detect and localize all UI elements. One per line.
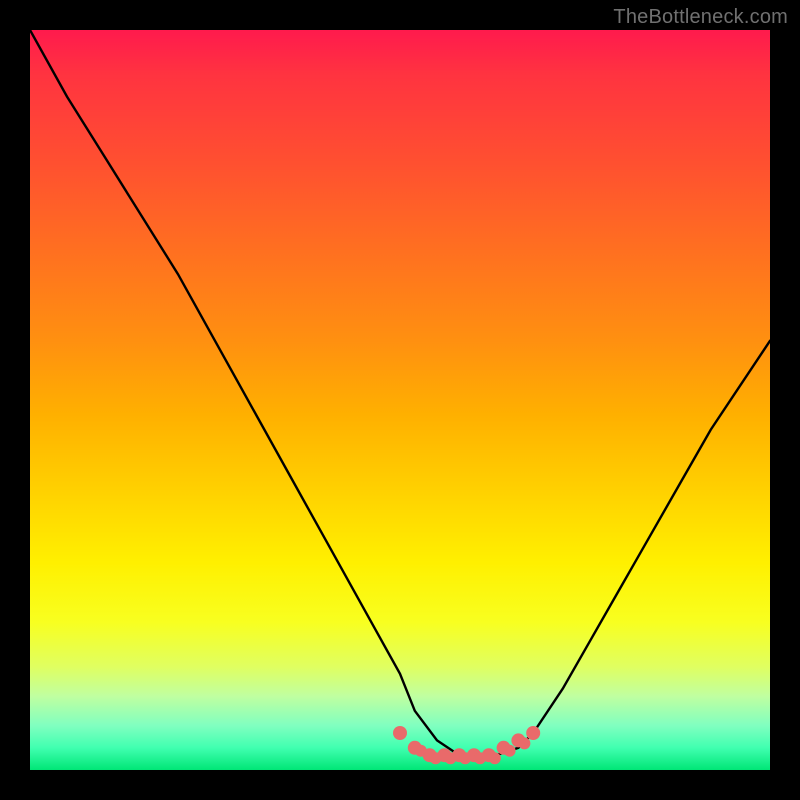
highlight-dot (444, 752, 456, 764)
highlight-dot (415, 745, 427, 757)
highlight-dot (504, 745, 516, 757)
highlight-dot (526, 726, 540, 740)
highlight-dot (518, 737, 530, 749)
highlight-dot (452, 748, 466, 762)
plot-area (30, 30, 770, 770)
bottleneck-curve-svg (30, 30, 770, 770)
highlight-dot (467, 748, 481, 762)
highlight-dot (408, 741, 422, 755)
bottleneck-curve (30, 30, 770, 755)
highlight-dot (482, 748, 496, 762)
highlight-dot (489, 752, 501, 764)
highlight-dot (474, 752, 486, 764)
highlight-dots (393, 726, 540, 764)
highlight-dot (423, 748, 437, 762)
watermark-text: TheBottleneck.com (613, 6, 788, 29)
highlight-dot (497, 741, 511, 755)
highlight-dot (437, 748, 451, 762)
chart-frame: TheBottleneck.com (0, 0, 800, 800)
highlight-dot (511, 733, 525, 747)
highlight-dot (393, 726, 407, 740)
highlight-dot (430, 752, 442, 764)
highlight-dot (459, 752, 471, 764)
